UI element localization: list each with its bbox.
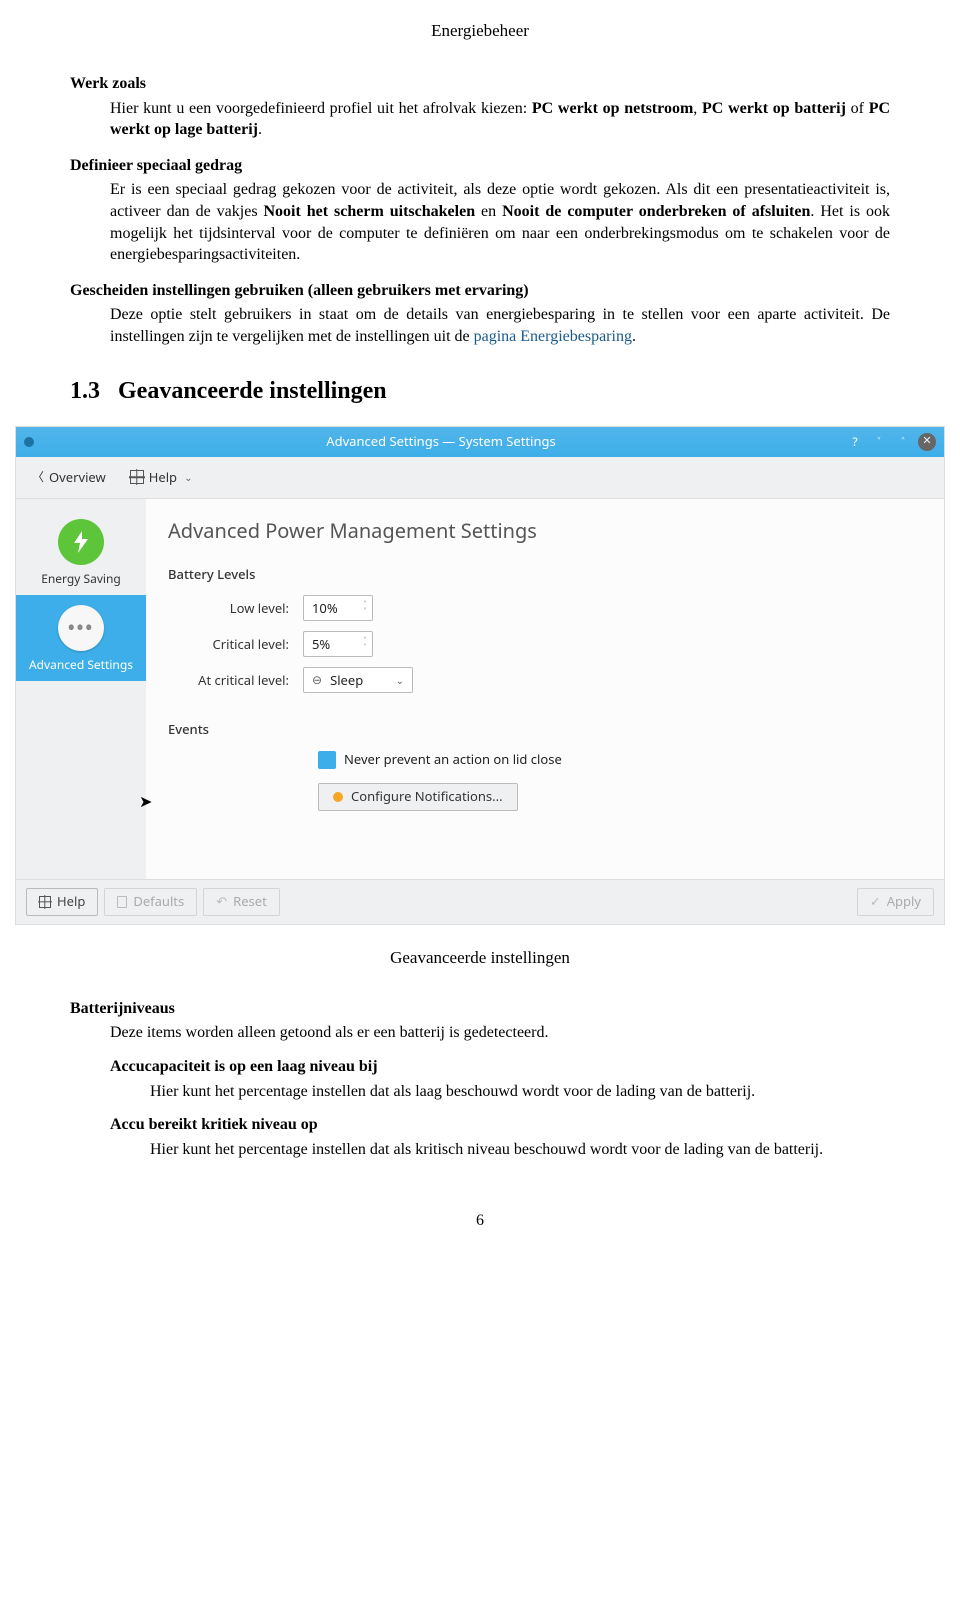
footer-help-label: Help bbox=[57, 893, 85, 911]
spinner-arrows-icon: ˄˅ bbox=[360, 601, 370, 615]
help-grid-icon bbox=[39, 896, 51, 908]
accu-laag-title: Accucapaciteit is op een laag niveau bij bbox=[110, 1056, 890, 1078]
at-critical-label: At critical level: bbox=[168, 672, 303, 690]
overview-button[interactable]: 〈 Overview bbox=[22, 464, 116, 492]
critical-level-row: Critical level: 5% ˄˅ bbox=[168, 631, 922, 657]
sidebar-energy-label: Energy Saving bbox=[20, 571, 142, 587]
dg-c: en bbox=[475, 203, 502, 220]
accu-kritiek-title: Accu bereikt kritiek niveau op bbox=[110, 1114, 890, 1136]
help-button[interactable]: Help ⌄ bbox=[120, 464, 203, 492]
defaults-label: Defaults bbox=[133, 893, 184, 911]
reset-label: Reset bbox=[233, 893, 267, 911]
apply-button[interactable]: ✓ Apply bbox=[857, 888, 934, 916]
doc-header: Energiebeheer bbox=[70, 20, 890, 43]
bolt-icon bbox=[58, 519, 104, 565]
sidebar-advanced-label: Advanced Settings bbox=[20, 657, 142, 673]
panel-title: Advanced Power Management Settings bbox=[168, 517, 922, 544]
wz-prefix: Hier kunt u een voorgedefinieerd profiel… bbox=[110, 100, 532, 117]
critical-level-label: Critical level: bbox=[168, 636, 303, 654]
more-icon: ••• bbox=[58, 605, 104, 651]
gs-link[interactable]: pagina Energiebesparing bbox=[474, 328, 632, 345]
at-critical-row: At critical level: ⊖ Sleep ⌄ bbox=[168, 667, 922, 693]
wz-suffix: . bbox=[258, 121, 262, 138]
chevron-left-icon: 〈 bbox=[32, 469, 44, 485]
gescheiden-body: Deze optie stelt gebruikers in staat om … bbox=[110, 304, 890, 347]
heading-number: 1.3 bbox=[70, 378, 100, 404]
defgedrag-body: Er is een speciaal gedrag gekozen voor d… bbox=[110, 179, 890, 265]
chevron-down-icon: ⌄ bbox=[184, 471, 192, 485]
defgedrag-title: Definieer speciaal gedrag bbox=[70, 155, 890, 177]
low-level-label: Low level: bbox=[168, 600, 303, 618]
dg-d: Nooit de computer onderbreken of afsluit… bbox=[502, 203, 810, 220]
main-panel: Advanced Power Management Settings Batte… bbox=[146, 499, 944, 879]
chevron-down-icon: ⌄ bbox=[396, 674, 404, 688]
battery-levels-label: Battery Levels bbox=[168, 566, 922, 584]
configure-notifications-label: Configure Notifications... bbox=[351, 788, 503, 806]
minimize-icon[interactable]: ˅ bbox=[870, 433, 888, 451]
dg-b: Nooit het scherm uitschakelen bbox=[264, 203, 476, 220]
maximize-icon[interactable]: ˄ bbox=[894, 433, 912, 451]
help-icon[interactable]: ? bbox=[846, 433, 864, 451]
at-critical-combo[interactable]: ⊖ Sleep ⌄ bbox=[303, 667, 413, 693]
bell-icon bbox=[333, 792, 343, 802]
window-titlebar: Advanced Settings — System Settings ? ˅ … bbox=[16, 427, 944, 457]
dialog-footer: Help Defaults ↶ Reset ✓ Apply bbox=[16, 879, 944, 924]
events-label: Events bbox=[168, 721, 922, 739]
section-1-3-heading: 1.3 Geavanceerde instellingen bbox=[70, 375, 890, 407]
sidebar: Energy Saving ••• Advanced Settings bbox=[16, 499, 146, 879]
at-critical-value: Sleep bbox=[330, 672, 363, 690]
page-number: 6 bbox=[70, 1210, 890, 1232]
help-grid-icon bbox=[130, 470, 144, 484]
wz-sep2: of bbox=[846, 100, 869, 117]
wz-opt1: PC werkt op netstroom bbox=[532, 100, 693, 117]
gs-b: . bbox=[632, 328, 636, 345]
reset-button[interactable]: ↶ Reset bbox=[203, 888, 280, 916]
close-icon[interactable]: ✕ bbox=[918, 433, 936, 451]
check-icon: ✓ bbox=[870, 893, 881, 911]
configure-notifications-button[interactable]: Configure Notifications... bbox=[318, 783, 518, 811]
low-level-spinner[interactable]: 10% ˄˅ bbox=[303, 595, 373, 621]
werkzoals-title: Werk zoals bbox=[70, 73, 890, 95]
low-level-row: Low level: 10% ˄˅ bbox=[168, 595, 922, 621]
accu-kritiek-body: Hier kunt het percentage instellen dat a… bbox=[150, 1139, 890, 1161]
gescheiden-title: Gescheiden instellingen gebruiken (allee… bbox=[70, 280, 890, 302]
lid-close-row: Never prevent an action on lid close bbox=[318, 751, 922, 769]
cursor-icon: ➤ bbox=[139, 791, 152, 813]
overview-label: Overview bbox=[49, 469, 106, 487]
help-label: Help bbox=[149, 469, 177, 487]
batterijniveaus-body: Deze items worden alleen getoond als er … bbox=[110, 1022, 890, 1044]
figure-caption: Geavanceerde instellingen bbox=[70, 947, 890, 970]
advanced-settings-screenshot: Advanced Settings — System Settings ? ˅ … bbox=[15, 426, 945, 925]
heading-text: Geavanceerde instellingen bbox=[118, 378, 387, 404]
footer-help-button[interactable]: Help bbox=[26, 888, 98, 916]
apply-label: Apply bbox=[887, 893, 921, 911]
spinner-arrows-icon: ˄˅ bbox=[360, 637, 370, 651]
critical-level-spinner[interactable]: 5% ˄˅ bbox=[303, 631, 373, 657]
sidebar-item-advanced-settings[interactable]: ••• Advanced Settings bbox=[16, 595, 146, 681]
defaults-button[interactable]: Defaults bbox=[104, 888, 197, 916]
sleep-icon: ⊖ bbox=[312, 672, 322, 688]
batterijniveaus-title: Batterijniveaus bbox=[70, 998, 890, 1020]
undo-icon: ↶ bbox=[216, 893, 227, 911]
werkzoals-body: Hier kunt u een voorgedefinieerd profiel… bbox=[110, 98, 890, 141]
low-level-value: 10% bbox=[312, 600, 360, 618]
wz-opt2: PC werkt op batterij bbox=[702, 100, 846, 117]
sidebar-item-energy-saving[interactable]: Energy Saving bbox=[16, 509, 146, 595]
document-icon bbox=[117, 896, 127, 908]
toolbar: 〈 Overview Help ⌄ bbox=[16, 457, 944, 499]
app-icon bbox=[24, 437, 34, 447]
accu-laag-body: Hier kunt het percentage instellen dat a… bbox=[150, 1081, 890, 1103]
lid-close-label: Never prevent an action on lid close bbox=[344, 751, 562, 769]
critical-level-value: 5% bbox=[312, 636, 360, 654]
window-title: Advanced Settings — System Settings bbox=[42, 433, 840, 451]
lid-close-checkbox[interactable] bbox=[318, 751, 336, 769]
wz-sep1: , bbox=[693, 100, 702, 117]
